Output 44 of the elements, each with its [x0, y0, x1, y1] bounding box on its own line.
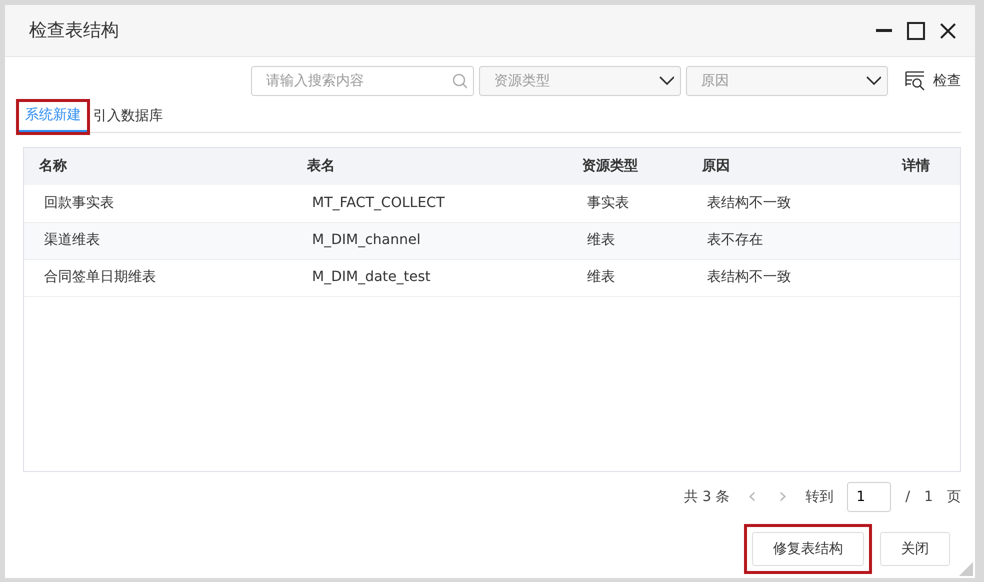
table-cell: MT_FACT_COLLECT [292, 185, 567, 222]
close-button[interactable] [938, 20, 958, 40]
table-cell: 事实表 [567, 185, 687, 222]
column-header: 名称 [24, 148, 292, 185]
minimize-icon [876, 29, 892, 32]
table-cell: 维表 [567, 259, 687, 296]
check-button[interactable]: 检查 [893, 70, 961, 92]
dropdown-field[interactable]: 资源类型 [492, 70, 658, 92]
dialog-button[interactable]: 关闭 [880, 532, 950, 566]
column-header: 详情 [887, 148, 960, 185]
total-count: 共 3 条 [684, 488, 730, 506]
search-icon [452, 73, 467, 89]
goto-label: 转到 [805, 488, 834, 506]
maximize-button[interactable] [906, 20, 926, 40]
column-header: 资源类型 [567, 148, 687, 185]
resize-grip-icon[interactable] [959, 562, 973, 576]
table-cell: 合同签单日期维表 [24, 259, 292, 296]
table-cell: 渠道维表 [24, 222, 292, 259]
column-header: 表名 [292, 148, 567, 185]
page-input[interactable]: 1 [847, 482, 892, 512]
table-search-icon [905, 71, 925, 91]
dropdown[interactable]: 原因 [686, 66, 888, 96]
page-count: 1 [924, 488, 933, 506]
table-cell: 表不存在 [687, 222, 887, 259]
dropdown[interactable]: 资源类型 [479, 66, 681, 96]
dialog-button[interactable]: 修复表结构 [752, 532, 864, 566]
chevron-down-icon [658, 75, 674, 87]
table-cell: 表结构不一致 [687, 185, 887, 222]
page-separator: / [905, 488, 910, 506]
table-cell: 回款事实表 [24, 185, 292, 222]
tab[interactable]: 引入数据库 [87, 102, 169, 132]
maximize-icon [907, 22, 925, 40]
close-icon [939, 22, 957, 40]
page-unit: 页 [947, 488, 961, 506]
chevron-down-icon [864, 75, 881, 87]
window-title: 检查表结构 [29, 20, 120, 42]
search-field[interactable]: 请输入搜索内容 [264, 70, 452, 92]
search-box[interactable]: 请输入搜索内容 [251, 66, 474, 96]
dropdown-field[interactable]: 原因 [699, 70, 865, 92]
table-cell: 维表 [567, 222, 687, 259]
table-cell: M_DIM_date_test [292, 259, 567, 296]
column-header: 原因 [687, 148, 887, 185]
table-cell: 表结构不一致 [687, 259, 887, 296]
table-cell: M_DIM_channel [292, 222, 567, 259]
